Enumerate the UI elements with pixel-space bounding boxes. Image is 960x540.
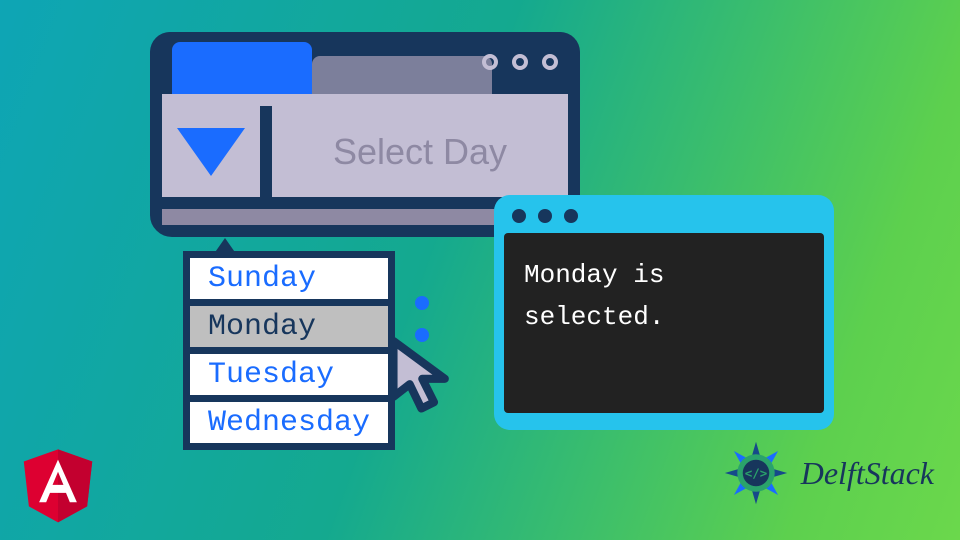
dropdown-list: Sunday Monday Tuesday Wednesday [183,238,395,450]
terminal-controls [504,205,824,233]
dropdown-option-wednesday[interactable]: Wednesday [183,395,395,450]
delftstack-icon: </> [717,434,795,512]
terminal-control-dot[interactable] [538,209,552,223]
terminal-window: Monday is selected. [494,195,834,430]
delftstack-label: DelftStack [801,455,934,492]
window-control-dot[interactable] [512,54,528,70]
window-control-dot[interactable] [482,54,498,70]
titlebar [150,32,580,94]
inactive-tab[interactable] [312,56,492,94]
cursor-icon [380,332,470,422]
svg-text:</>: </> [744,466,767,481]
terminal-output: Monday is selected. [504,233,824,413]
select-placeholder[interactable]: Select Day [272,106,568,198]
window-controls [482,54,558,70]
dropdown-option-monday[interactable]: Monday [183,299,395,354]
dropdown-option-tuesday[interactable]: Tuesday [183,347,395,402]
chevron-down-icon [177,128,245,176]
active-tab[interactable] [172,42,312,94]
delftstack-logo: </> DelftStack [717,434,934,512]
terminal-control-dot[interactable] [564,209,578,223]
window-control-dot[interactable] [542,54,558,70]
terminal-control-dot[interactable] [512,209,526,223]
angular-logo-icon [18,440,98,526]
dropdown-option-sunday[interactable]: Sunday [183,251,395,306]
dropdown-toggle-button[interactable] [162,106,272,198]
select-row: Select Day [162,106,568,198]
